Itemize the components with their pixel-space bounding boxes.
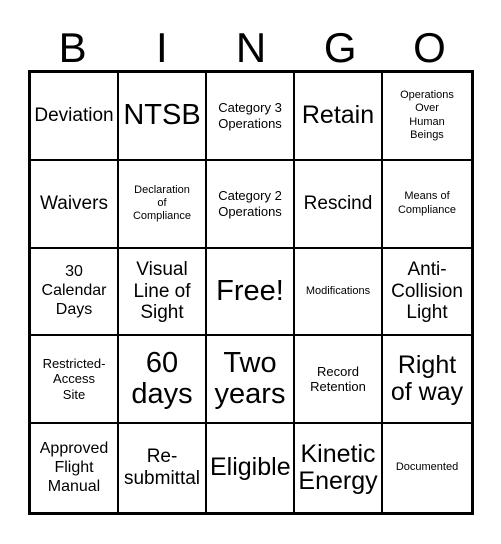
bingo-header-letter-n: N	[235, 24, 267, 71]
bingo-cell[interactable]: Retain	[295, 73, 383, 161]
bingo-cell-label: Category 2 Operations	[218, 188, 282, 219]
bingo-cell-label: Visual Line of Sight	[133, 259, 191, 324]
bingo-cell[interactable]: Right of way	[383, 336, 471, 425]
bingo-cell[interactable]: Waivers	[31, 160, 119, 249]
bingo-free-space-cell[interactable]: Free!	[207, 248, 295, 337]
bingo-cell-label: Deviation	[34, 105, 114, 127]
bingo-cell-label: Approved Flight Manual	[39, 439, 109, 495]
bingo-cell[interactable]: Modifications	[295, 248, 383, 337]
bingo-cell-label: Two years	[214, 346, 286, 411]
bingo-cell-label: Declaration of Compliance	[132, 183, 192, 223]
bingo-cell[interactable]: Record Retention	[295, 336, 383, 425]
bingo-cell-label: NTSB	[123, 99, 201, 132]
bingo-cell-label: Retain	[301, 101, 375, 130]
bingo-cell-label: Rescind	[303, 192, 373, 214]
bingo-header-row: B I N G O	[28, 18, 474, 70]
bingo-card: B I N G O Deviation NTSB Category 3 Operat…	[0, 0, 501, 544]
bingo-cell-label: Operations Over Human Beings	[400, 89, 454, 142]
bingo-cell[interactable]: Eligible	[207, 424, 295, 512]
bingo-cell[interactable]: Approved Flight Manual	[31, 424, 119, 512]
bingo-cell-label: Waivers	[40, 192, 108, 214]
bingo-header-letter-i: I	[155, 24, 168, 71]
bingo-cell-label: Free!	[216, 274, 284, 307]
bingo-cell-label: Means of Compliance	[397, 190, 457, 216]
bingo-cell[interactable]: Deviation	[31, 73, 119, 161]
bingo-header-letter-g: G	[323, 24, 357, 71]
bingo-cell[interactable]: Re- submittal	[119, 424, 207, 512]
bingo-cell[interactable]: Means of Compliance	[383, 161, 471, 249]
bingo-cell[interactable]: Operations Over Human Beings	[383, 73, 471, 161]
bingo-cell[interactable]: 60 days	[119, 336, 207, 425]
bingo-cell-label: Documented	[395, 461, 459, 474]
bingo-header-letter-b: B	[58, 24, 87, 71]
bingo-cell[interactable]: Anti- Collision Light	[383, 249, 471, 337]
bingo-cell[interactable]: NTSB	[119, 73, 207, 161]
bingo-header-letter-o: O	[413, 24, 446, 71]
bingo-cell-label: Category 3 Operations	[218, 100, 282, 131]
bingo-grid: Deviation NTSB Category 3 Operations Retain…	[28, 70, 474, 515]
bingo-cell[interactable]: Category 2 Operations	[207, 160, 295, 249]
bingo-cell-label: Re- submittal	[123, 446, 201, 490]
bingo-cell-label: Modifications	[305, 284, 371, 297]
bingo-cell-label: 30 Calendar Days	[41, 263, 107, 318]
bingo-cell[interactable]: Kinetic Energy	[295, 424, 383, 512]
bingo-cell-label: Anti- Collision Light	[391, 259, 463, 324]
bingo-cell[interactable]: Declaration of Compliance	[119, 160, 207, 249]
bingo-cell[interactable]: Visual Line of Sight	[119, 248, 207, 337]
bingo-cell-label: Kinetic Energy	[298, 439, 378, 496]
bingo-cell-label: Record Retention	[310, 363, 366, 395]
bingo-cell[interactable]: Restricted- Access Site	[31, 336, 119, 425]
bingo-cell[interactable]: Rescind	[295, 160, 383, 249]
bingo-cell-label: 60 days	[131, 346, 193, 411]
bingo-cell[interactable]: Documented	[383, 424, 471, 512]
bingo-cell[interactable]: Category 3 Operations	[207, 73, 295, 161]
bingo-cell-label: Eligible	[210, 453, 291, 482]
bingo-cell-label: Restricted- Access Site	[42, 355, 106, 403]
bingo-cell-label: Right of way	[390, 350, 464, 407]
bingo-cell[interactable]: 30 Calendar Days	[31, 248, 119, 337]
bingo-cell[interactable]: Two years	[207, 336, 295, 425]
